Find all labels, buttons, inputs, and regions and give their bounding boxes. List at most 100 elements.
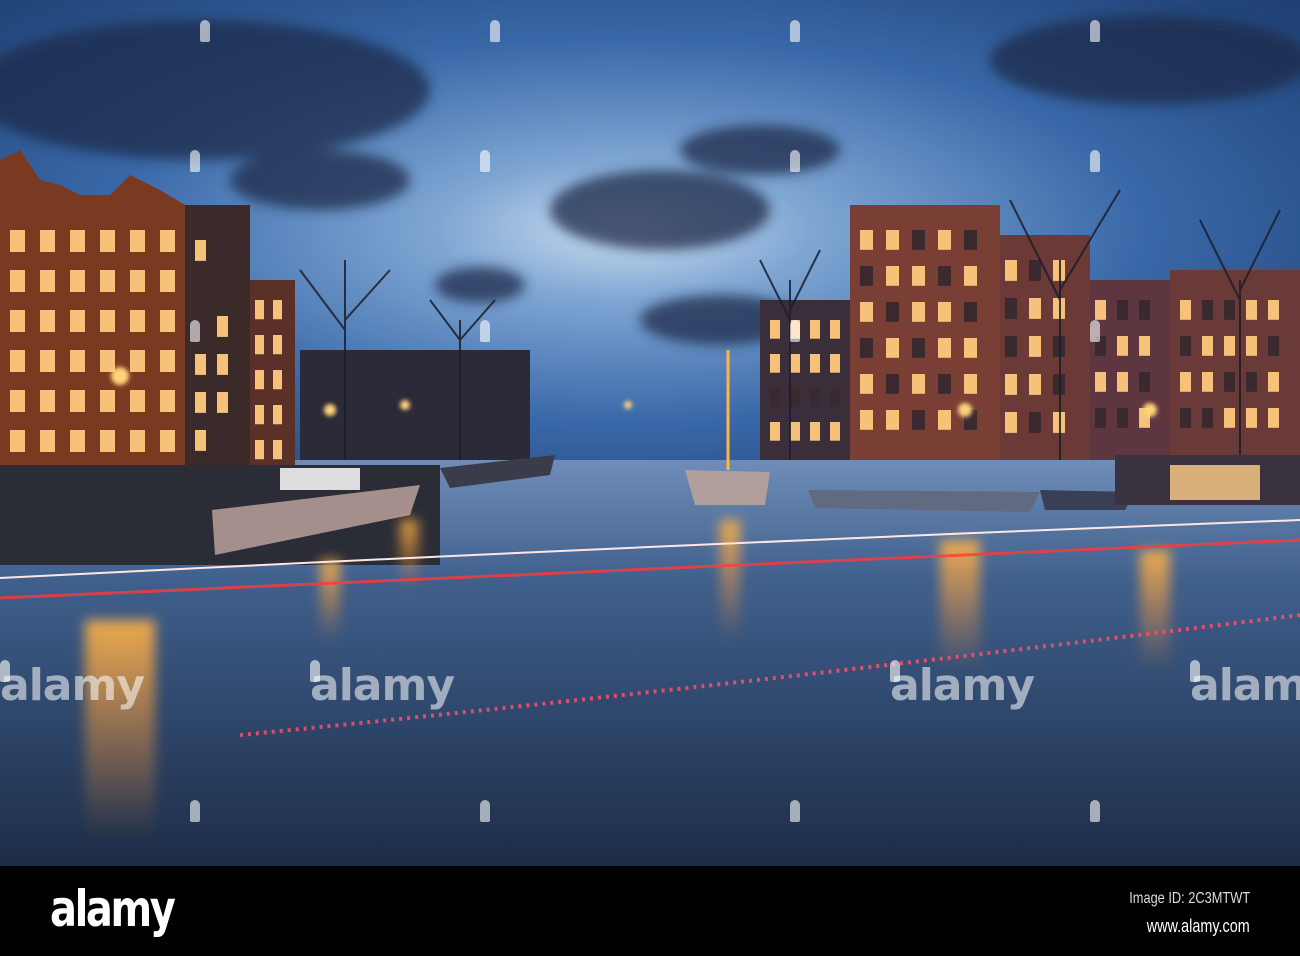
window [860, 302, 873, 322]
window [255, 405, 264, 425]
watermark-text: alamy [890, 660, 1035, 711]
window [938, 410, 951, 430]
watermark-mark [790, 800, 800, 822]
watermark-text: alamy [0, 660, 145, 711]
window [912, 374, 925, 394]
window [10, 390, 25, 412]
image-id: Image ID: 2C3MTWT [1129, 890, 1250, 907]
alamy-logo[interactable]: alamy [50, 880, 176, 938]
window [1246, 408, 1257, 428]
window [160, 390, 175, 412]
window [1268, 336, 1279, 356]
window [1117, 408, 1128, 428]
window [1202, 300, 1213, 320]
window [1202, 372, 1213, 392]
window [886, 338, 899, 358]
watermark-mark [1090, 20, 1100, 42]
window [810, 354, 820, 373]
window [100, 390, 115, 412]
window [160, 350, 175, 372]
window [10, 350, 25, 372]
window [964, 374, 977, 394]
window [938, 338, 951, 358]
window [790, 388, 800, 407]
window [912, 338, 925, 358]
window [912, 302, 925, 322]
window [70, 430, 85, 452]
footer-bar: alamy Image ID: 2C3MTWT www.alamy.com [0, 866, 1300, 956]
window [273, 370, 282, 390]
watermark-mark [790, 150, 800, 172]
watermark-mark [790, 20, 800, 42]
window [860, 374, 873, 394]
window [273, 335, 282, 355]
window [1180, 408, 1191, 428]
window [40, 350, 55, 372]
window [830, 354, 840, 373]
window [770, 354, 780, 373]
window [70, 390, 85, 412]
photo-frame: alamy alamy alamy alamy alamy Image ID: 2C3… [0, 0, 1300, 956]
window [1139, 372, 1150, 392]
window [1246, 336, 1257, 356]
watermark-text: alamy [1190, 660, 1300, 711]
watermark-mark [190, 800, 200, 822]
window [1095, 408, 1106, 428]
window [790, 354, 800, 373]
window [100, 230, 115, 252]
window [1029, 260, 1041, 281]
window [1268, 300, 1279, 320]
window [130, 430, 145, 452]
window [217, 240, 228, 261]
window [1095, 372, 1106, 392]
watermark-mark [790, 320, 800, 342]
window [912, 410, 925, 430]
window [1180, 372, 1191, 392]
window [40, 430, 55, 452]
window [964, 302, 977, 322]
window [886, 266, 899, 286]
website-link[interactable]: www.alamy.com [1147, 916, 1250, 937]
watermark-mark [200, 20, 210, 42]
window [964, 266, 977, 286]
window [10, 430, 25, 452]
window [273, 300, 282, 320]
watermark-mark [190, 320, 200, 342]
window [70, 310, 85, 332]
window [273, 405, 282, 425]
window [217, 354, 228, 375]
window [1005, 336, 1017, 357]
window [217, 316, 228, 337]
window [40, 270, 55, 292]
window [1117, 300, 1128, 320]
window [1117, 336, 1128, 356]
window [130, 350, 145, 372]
window [830, 388, 840, 407]
window [886, 374, 899, 394]
window [830, 422, 840, 441]
window [1005, 374, 1017, 395]
window [886, 410, 899, 430]
watermark-mark [190, 150, 200, 172]
window [912, 230, 925, 250]
window [860, 338, 873, 358]
watermark-mark [490, 20, 500, 42]
window [1029, 412, 1041, 433]
window [1180, 336, 1191, 356]
canal-night-scene [0, 0, 1300, 866]
window [1139, 300, 1150, 320]
window [1268, 408, 1279, 428]
window [860, 266, 873, 286]
window [1224, 336, 1235, 356]
window [195, 430, 206, 451]
window [1005, 260, 1017, 281]
window [810, 320, 820, 339]
window [255, 440, 264, 460]
window [100, 270, 115, 292]
window [770, 422, 780, 441]
window [1246, 372, 1257, 392]
window [1029, 298, 1041, 319]
window [255, 370, 264, 390]
watermark-mark [1090, 800, 1100, 822]
window [1224, 300, 1235, 320]
